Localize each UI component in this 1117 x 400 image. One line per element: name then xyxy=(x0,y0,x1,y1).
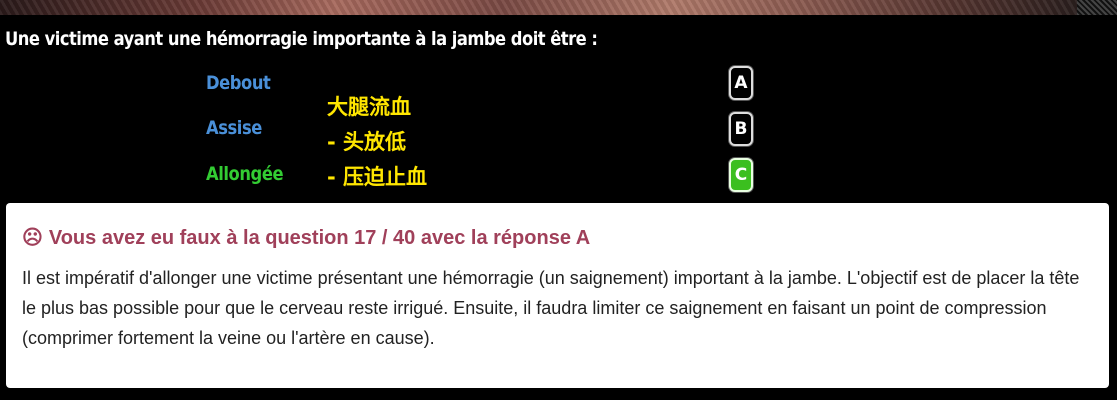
header-photo-corner xyxy=(1077,0,1117,15)
sad-face-icon: ☹ xyxy=(22,227,43,249)
note-line-2: - 头放低 xyxy=(327,130,407,154)
question-text: Une victime ayant une hémorragie importa… xyxy=(5,28,598,50)
header-photo xyxy=(0,0,1117,15)
note-line-1: 大腿流血 xyxy=(327,95,411,119)
answer-option-c[interactable]: Allongée xyxy=(206,163,284,185)
note-line-3: - 压迫止血 xyxy=(327,165,428,189)
answer-option-a[interactable]: Debout xyxy=(206,72,271,94)
feedback-title: ☹ Vous avez eu faux à la question 17 / 40… xyxy=(22,225,590,250)
feedback-explanation: Il est impératif d'allonger une victime … xyxy=(22,268,1080,348)
handwritten-note: 大腿流血 - 头放低 - 压迫止血 xyxy=(327,90,427,195)
answer-option-b[interactable]: Assise xyxy=(206,117,262,139)
answer-button-c[interactable]: C xyxy=(729,158,753,192)
feedback-panel: ☹ Vous avez eu faux à la question 17 / 40… xyxy=(6,203,1109,388)
feedback-title-text: Vous avez eu faux à la question 17 / 40 … xyxy=(48,227,591,249)
answer-button-b[interactable]: B xyxy=(729,112,753,146)
answer-button-a[interactable]: A xyxy=(729,66,753,100)
